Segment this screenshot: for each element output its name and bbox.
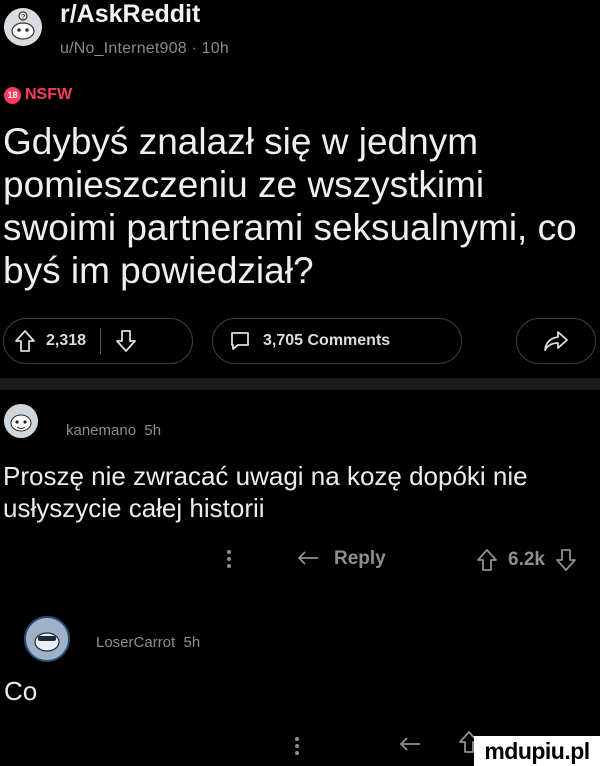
reply-label: Reply (334, 548, 386, 569)
more-icon (227, 550, 231, 568)
vote-divider (100, 328, 102, 354)
comment-downvote-icon[interactable] (555, 548, 577, 572)
svg-text:?: ? (21, 14, 25, 21)
comment-text: Proszę nie zwracać uwagi na kozę dopóki … (3, 461, 528, 523)
comment-author[interactable]: LoserCarrot 5h (96, 634, 200, 651)
upvote-icon[interactable] (14, 329, 36, 353)
post-title: Gdybyś znalazł się w jednym pomieszczeni… (3, 121, 577, 291)
user-avatar-icon (26, 618, 68, 660)
downvote-icon[interactable] (115, 329, 137, 353)
section-divider (0, 378, 600, 390)
more-options-button[interactable] (226, 548, 232, 570)
nsfw-icon: 18 (4, 86, 21, 104)
user-avatar-icon (4, 404, 38, 438)
comment-avatar[interactable] (24, 616, 70, 662)
reply-button[interactable] (398, 735, 424, 755)
share-icon (543, 330, 569, 352)
share-button[interactable] (516, 318, 596, 364)
comment-author[interactable]: kanemano 5h (66, 422, 161, 439)
comments-count: 3,705 Comments (263, 332, 391, 349)
subreddit-name[interactable]: r/AskReddit (60, 0, 200, 29)
comment-text: Co (4, 676, 38, 706)
comment-icon (229, 330, 251, 352)
post-meta[interactable]: u/No_Internet908 · 10h (60, 40, 229, 58)
comment-vote-count: 6.2k (508, 549, 545, 570)
more-icon (295, 737, 299, 755)
nsfw-badge: 18 NSFW (4, 86, 72, 104)
reply-button[interactable]: Reply (296, 548, 386, 570)
subreddit-avatar[interactable]: ? (4, 8, 42, 46)
comment-upvote-icon[interactable] (476, 548, 498, 572)
nsfw-label: NSFW (25, 86, 73, 103)
comments-button[interactable]: 3,705 Comments (212, 318, 462, 364)
watermark: mdupiu.pl (474, 736, 600, 766)
reply-icon (297, 551, 318, 565)
reply-icon (399, 737, 420, 751)
upvote-count: 2,318 (46, 332, 87, 349)
vote-control: 2,318 (3, 318, 193, 364)
comment-avatar[interactable] (4, 404, 38, 438)
snoo-icon: ? (4, 8, 42, 46)
comment-vote-control: 6.2k (476, 548, 577, 572)
more-options-button[interactable] (294, 735, 300, 757)
